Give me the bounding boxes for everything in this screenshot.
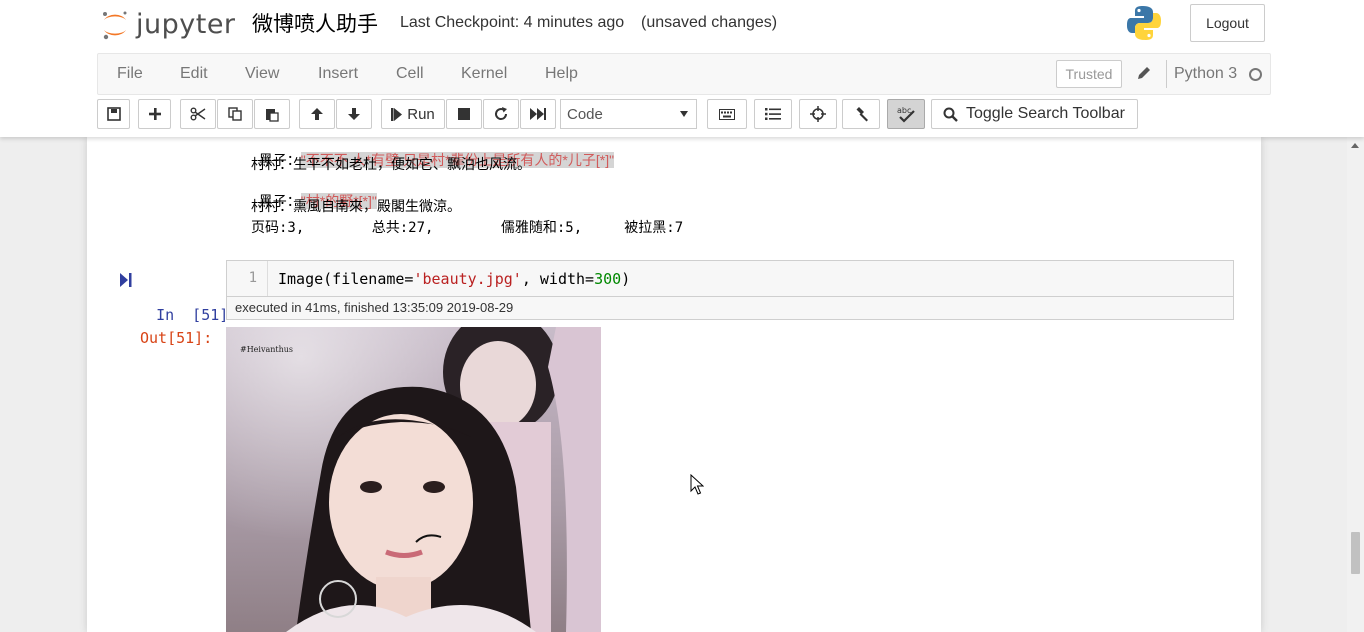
move-up-button[interactable] (299, 99, 335, 129)
spellcheck-icon: abc (897, 106, 915, 123)
code-number-token: 300 (594, 270, 622, 288)
mouse-cursor-icon (690, 473, 705, 496)
output-line: 村村：熏風自南來，殿閣生微涼。 (251, 198, 461, 214)
collapsible-headings-button[interactable] (799, 99, 837, 129)
list-icon (765, 108, 781, 120)
line-number-gutter: 1 (227, 261, 268, 296)
step-forward-icon (120, 273, 132, 287)
run-button[interactable]: Run (381, 99, 445, 129)
trusted-indicator[interactable]: Trusted (1056, 60, 1122, 88)
menu-cell[interactable]: Cell (396, 65, 424, 83)
code-token: Image(filename= (278, 270, 414, 288)
logout-button[interactable]: Logout (1190, 4, 1265, 42)
paste-icon (266, 108, 279, 122)
execution-time-text: executed in 41ms, finished 13:35:09 2019… (235, 300, 514, 315)
gavel-icon (856, 107, 868, 122)
cell-type-value: Code (567, 105, 603, 123)
output-prompt[interactable]: Out[51]: (140, 329, 212, 347)
notebook-title[interactable]: 微博喷人助手 (252, 8, 378, 38)
scroll-up-arrow-icon[interactable] (1351, 143, 1359, 148)
line-number: 1 (248, 270, 257, 286)
notebook-header: jupyter 微博喷人助手 Last Checkpoint: 4 minute… (0, 0, 1364, 137)
restart-button[interactable] (483, 99, 519, 129)
page-scrollbar[interactable] (1347, 137, 1364, 632)
command-palette-button[interactable] (707, 99, 747, 129)
search-icon (943, 107, 958, 122)
fast-forward-icon (530, 108, 546, 120)
kernel-idle-indicator-icon (1249, 68, 1262, 81)
crosshairs-icon (810, 106, 826, 122)
scissors-icon (190, 107, 206, 121)
code-token: ) (621, 270, 631, 288)
menu-insert[interactable]: Insert (318, 65, 358, 83)
autosave-status: (unsaved changes) (641, 14, 778, 31)
pencil-icon[interactable] (1136, 65, 1152, 81)
plus-icon (148, 108, 161, 120)
output-line: 村村：生平不如老杜，便如它、飘泊也风流。 (251, 156, 531, 172)
copy-icon (228, 107, 242, 121)
refresh-icon (495, 107, 508, 120)
spellcheck-toggle-button[interactable]: abc (887, 99, 925, 129)
table-of-contents-button[interactable] (754, 99, 792, 129)
code-line[interactable]: Image(filename='beauty.jpg', width=300) (278, 270, 630, 288)
save-button[interactable] (97, 99, 130, 129)
run-button-label: Run (407, 105, 435, 123)
step-forward-icon (391, 107, 403, 121)
code-string-token: 'beauty.jpg' (413, 270, 522, 288)
scrollbar-thumb[interactable] (1351, 532, 1360, 574)
chevron-down-icon (680, 111, 688, 117)
cell-type-select[interactable]: Code (560, 99, 697, 129)
restart-run-all-button[interactable] (520, 99, 556, 129)
output-stats-line: 页码:3, 总共:27, 儒雅随和:5, 被拉黑:7 (251, 220, 684, 236)
gavel-button[interactable] (842, 99, 880, 129)
menubar: File Edit View Insert Cell Kernel Help T… (97, 53, 1271, 95)
arrow-up-icon (311, 108, 323, 120)
menu-kernel[interactable]: Kernel (461, 65, 507, 83)
insert-cell-button[interactable] (138, 99, 171, 129)
keyboard-icon (719, 108, 735, 120)
python-logo-icon (1126, 4, 1162, 42)
code-editor[interactable]: 1 Image(filename='beauty.jpg', width=300… (226, 260, 1234, 297)
input-prompt[interactable]: In [51]: (120, 270, 237, 324)
output-image: #Heivanthus (226, 327, 601, 632)
menu-file[interactable]: File (117, 65, 143, 83)
arrow-down-icon (348, 108, 360, 120)
cut-button[interactable] (180, 99, 216, 129)
divider (1166, 60, 1167, 88)
jupyter-logo[interactable]: jupyter (100, 6, 236, 42)
toggle-search-toolbar-label: Toggle Search Toolbar (966, 105, 1125, 122)
menu-edit[interactable]: Edit (180, 65, 208, 83)
stop-icon (458, 108, 470, 120)
execution-time-bar: executed in 41ms, finished 13:35:09 2019… (226, 297, 1234, 320)
save-icon (106, 107, 121, 121)
jupyter-logo-text: jupyter (136, 8, 236, 40)
interrupt-button[interactable] (446, 99, 482, 129)
paste-button[interactable] (254, 99, 290, 129)
copy-button[interactable] (217, 99, 253, 129)
move-down-button[interactable] (336, 99, 372, 129)
main-toolbar: Run Code abc Toggle Search Toolbar (97, 99, 1269, 131)
kernel-name[interactable]: Python 3 (1174, 65, 1237, 83)
menu-view[interactable]: View (245, 65, 279, 83)
checkpoint-status: Last Checkpoint: 4 minutes ago (400, 14, 625, 31)
spellcheck-icon-text: abc (897, 106, 911, 115)
jupyter-logo-icon (100, 9, 130, 40)
image-watermark: #Heivanthus (240, 345, 294, 354)
menu-help[interactable]: Help (545, 65, 578, 83)
portrait-illustration (286, 327, 601, 632)
toggle-search-toolbar-button[interactable]: Toggle Search Toolbar (931, 99, 1138, 129)
code-token: , width= (521, 270, 595, 288)
